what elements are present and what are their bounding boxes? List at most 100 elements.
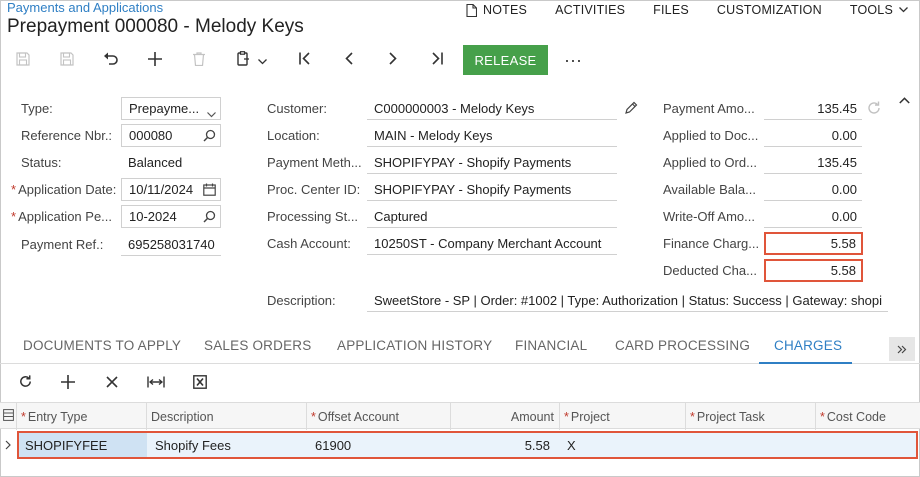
tab-documents-to-apply[interactable]: DOCUMENTS TO APPLY [23,338,181,353]
delete-button[interactable] [188,45,210,75]
row-selector-header[interactable] [0,403,17,430]
notes-button[interactable]: NOTES [466,3,527,17]
payment-ref-input[interactable]: 695258031740 [121,233,221,256]
payment-method-input[interactable]: SHOPIFYPAY - Shopify Payments [367,151,617,174]
proc-center-input[interactable]: SHOPIFYPAY - Shopify Payments [367,178,617,201]
cell-project[interactable]: X [561,431,686,459]
grid-delete-row-button[interactable] [101,370,123,396]
chevron-down-icon [899,7,908,13]
customer-value: C000000003 - Melody Keys [374,100,535,116]
description-input[interactable]: SweetStore - SP | Order: #1002 | Type: A… [367,289,888,312]
col-offset-account[interactable]: * Offset Account [307,403,451,430]
table-row[interactable]: SHOPIFYFEE Shopify Fees 61900 5.58 X [0,431,920,459]
available-balance-value: 0.00 [764,178,862,201]
location-input[interactable]: MAIN - Melody Keys [367,124,617,147]
customer-label: Customer: [267,101,327,116]
cash-account-input[interactable]: 10250ST - Company Merchant Account [367,232,617,255]
grid-header: * Entry Type Description * Offset Account … [0,402,920,430]
application-date-label: * Application Date: [11,182,117,197]
grid-fit-columns-button[interactable] [145,370,167,396]
cell-project-task[interactable] [688,431,816,459]
payment-method-label: Payment Meth... [267,155,362,170]
trash-icon [193,51,205,69]
add-button[interactable] [144,45,166,75]
customer-input[interactable]: C000000003 - Melody Keys [367,97,617,120]
status-label: Status: [21,155,62,170]
search-icon[interactable] [203,210,216,226]
save-close-button[interactable] [12,45,34,75]
tools-button[interactable]: TOOLS [850,3,908,17]
copy-paste-button[interactable] [230,45,274,75]
row-selector[interactable] [0,431,17,459]
cell-amount[interactable]: 5.58 [451,431,556,459]
save-icon [60,51,74,69]
reference-nbr-input[interactable]: 000080 [121,124,221,147]
active-tab-indicator [759,362,852,364]
tab-application-history[interactable]: APPLICATION HISTORY [337,338,492,353]
tab-card-processing[interactable]: CARD PROCESSING [615,338,750,353]
more-actions-button[interactable]: ··· [562,45,584,75]
excel-icon [193,374,207,392]
description-label: Description: [267,293,336,308]
tab-scroll-button[interactable] [889,337,915,361]
close-icon [106,375,118,391]
first-record-button[interactable] [294,45,316,75]
customization-label: CUSTOMIZATION [716,3,822,17]
payment-amount-input[interactable]: 135.45 [764,97,862,120]
double-chevron-right-icon [897,342,907,357]
search-icon[interactable] [203,129,216,145]
tab-charges[interactable]: CHARGES [774,338,842,353]
tab-sales-orders[interactable]: SALES ORDERS [204,338,311,353]
cell-offset-account[interactable]: 61900 [309,431,451,459]
description-value: SweetStore - SP | Order: #1002 | Type: A… [374,292,883,308]
refresh-icon[interactable] [866,100,882,119]
refresh-icon [18,374,33,392]
clipboard-icon [237,51,250,69]
save-button[interactable] [56,45,78,75]
application-date-input[interactable]: 10/11/2024 [121,178,221,201]
col-project-task[interactable]: * Project Task [686,403,816,430]
grid-add-row-button[interactable] [57,370,79,396]
release-button[interactable]: RELEASE [463,45,548,75]
applied-to-doc-label: Applied to Doc... [663,128,759,143]
type-label: Type: [21,101,53,116]
application-period-input[interactable]: 10-2024 [121,205,221,228]
col-amount[interactable]: Amount [451,403,560,430]
chevron-right-icon [5,438,11,453]
notes-icon [466,3,478,17]
chevron-left-icon [345,52,353,68]
tab-financial[interactable]: FINANCIAL [515,338,587,353]
reference-nbr-label: Reference Nbr.: [21,128,113,143]
location-label: Location: [267,128,320,143]
status-value: Balanced [128,155,183,170]
chevron-down-icon [207,106,216,119]
col-cost-code[interactable]: * Cost Code [816,403,920,430]
breadcrumb[interactable]: Payments and Applications [7,0,163,15]
processing-status-input: Captured [367,205,617,228]
cell-description[interactable]: Shopify Fees [149,431,307,459]
cell-entry-type[interactable]: SHOPIFYFEE [19,433,147,457]
type-value: Prepayme... [129,101,200,116]
processing-status-label: Processing St... [267,209,359,224]
col-description[interactable]: Description [147,403,307,430]
cell-cost-code[interactable] [818,431,916,459]
reference-nbr-value: 000080 [129,128,173,143]
calendar-icon[interactable] [203,183,216,199]
first-icon [299,52,311,68]
grid-refresh-button[interactable] [14,370,36,396]
location-value: MAIN - Melody Keys [374,127,493,143]
last-record-button[interactable] [426,45,448,75]
next-record-button[interactable] [382,45,404,75]
files-button[interactable]: FILES [653,3,689,17]
undo-button[interactable] [100,45,122,75]
pencil-icon[interactable] [624,101,638,118]
grid-export-excel-button[interactable] [189,370,211,396]
plus-icon [148,51,162,69]
type-select[interactable]: Prepayme... [121,97,221,120]
applied-to-doc-value: 0.00 [764,124,862,147]
previous-record-button[interactable] [338,45,360,75]
col-project[interactable]: * Project [560,403,686,430]
col-entry-type[interactable]: * Entry Type [17,403,147,430]
customization-button[interactable]: CUSTOMIZATION [717,3,822,17]
activities-button[interactable]: ACTIVITIES [555,3,625,17]
